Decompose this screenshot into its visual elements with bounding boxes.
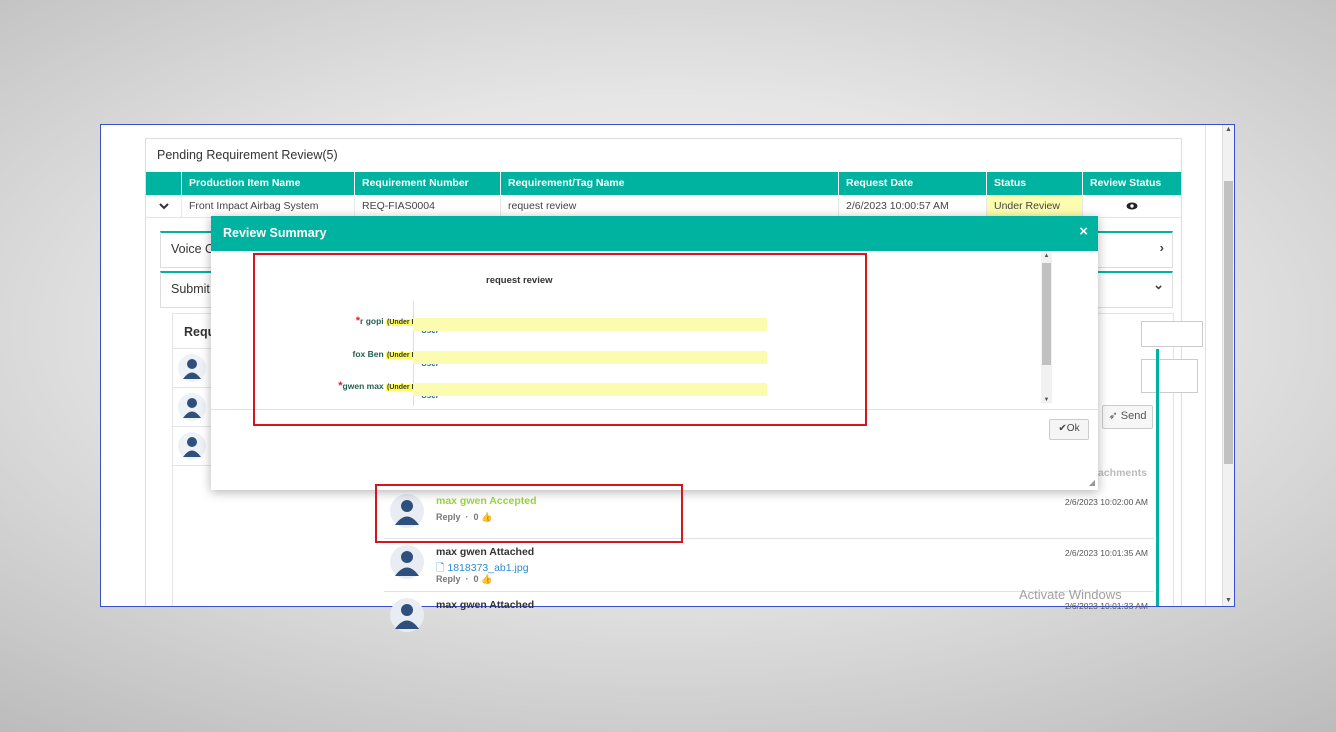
search-input[interactable] <box>1141 321 1203 347</box>
ok-button[interactable]: ✔Ok <box>1049 419 1089 440</box>
scroll-down-icon[interactable]: ▼ <box>1041 397 1052 403</box>
scroll-thumb[interactable] <box>1042 263 1051 365</box>
send-button[interactable]: ➶ Send <box>1102 405 1153 429</box>
send-label: Send <box>1120 410 1147 422</box>
feed-time: 2/6/2023 10:02:00 AM <box>1064 497 1148 507</box>
modal-title: Review Summary <box>223 226 327 240</box>
avatar <box>173 348 211 387</box>
file-icon: 🗋 <box>436 562 445 574</box>
scroll-down-icon[interactable]: ▼ <box>1223 597 1234 604</box>
feed-author: max gwen Attached <box>436 546 535 558</box>
col-status[interactable]: Status <box>986 172 1082 195</box>
status-badge: Under Review <box>986 195 1082 217</box>
scroll-up-icon[interactable]: ▲ <box>1041 253 1052 259</box>
eye-icon[interactable] <box>1082 195 1181 217</box>
avatar <box>390 598 424 635</box>
highlight-box <box>375 484 683 543</box>
scroll-thumb[interactable] <box>1224 181 1233 464</box>
feed-author: max gwen Attached <box>436 599 535 611</box>
avatar <box>173 426 211 466</box>
avatar <box>390 545 424 582</box>
feed-time: 2/6/2023 10:01:33 AM <box>1064 601 1148 611</box>
table-header: Production Item Name Requirement Number … <box>146 172 1181 195</box>
accordion-voice-title: Voice O <box>171 242 215 256</box>
col-requirement-number[interactable]: Requirement Number <box>354 172 500 195</box>
col-request-date[interactable]: Request Date <box>838 172 986 195</box>
chevron-down-icon[interactable] <box>146 195 181 217</box>
send-icon: ➶ <box>1108 410 1118 422</box>
feed-actions: Reply · 0 👍 <box>436 574 493 584</box>
scroll-up-icon[interactable]: ▲ <box>1223 126 1234 133</box>
divider <box>1205 125 1206 606</box>
list-item: max gwen Attached 2/6/2023 10:01:35 AM 🗋… <box>384 538 1154 592</box>
chevron-down-icon[interactable]: ⌄ <box>1153 277 1164 293</box>
resize-handle-icon[interactable]: ◢ <box>1089 478 1095 487</box>
table-row[interactable]: Front Impact Airbag System REQ-FIAS0004 … <box>146 195 1181 218</box>
comment-input[interactable] <box>1141 359 1198 393</box>
windows-watermark: Activate Windows <box>1019 587 1122 602</box>
reply-link[interactable]: Reply <box>436 574 461 584</box>
highlight-box <box>253 253 867 426</box>
modal-header: Review Summary × <box>211 216 1098 251</box>
col-review-status[interactable]: Review Status <box>1082 172 1181 195</box>
production-item-cell: Front Impact Airbag System <box>181 195 354 217</box>
accordion-submit-title: Submit <box>171 282 210 296</box>
avatar <box>173 387 211 426</box>
attachments-tab[interactable]: achments <box>1098 467 1147 479</box>
chevron-right-icon[interactable]: › <box>1160 240 1164 255</box>
thumbs-up-icon[interactable]: 👍 <box>481 574 492 584</box>
ok-label: Ok <box>1066 423 1080 434</box>
request-date-cell: 2/6/2023 10:00:57 AM <box>838 195 986 217</box>
like-count: 0 <box>473 574 479 584</box>
file-name[interactable]: 1818373_ab1.jpg <box>447 562 528 574</box>
col-production-item[interactable]: Production Item Name <box>181 172 354 195</box>
panel-title: Pending Requirement Review(5) <box>157 148 338 162</box>
page-scrollbar[interactable]: ▲ ▼ <box>1222 125 1234 606</box>
col-tag-name[interactable]: Requirement/Tag Name <box>500 172 838 195</box>
modal-scrollbar[interactable]: ▲ ▼ <box>1041 253 1052 403</box>
expand-header <box>146 172 181 195</box>
tag-name-cell: request review <box>500 195 838 217</box>
close-icon[interactable]: × <box>1079 223 1088 240</box>
check-icon: ✔ <box>1058 423 1067 434</box>
requirement-number-cell: REQ-FIAS0004 <box>354 195 500 217</box>
feed-time: 2/6/2023 10:01:35 AM <box>1064 548 1148 558</box>
